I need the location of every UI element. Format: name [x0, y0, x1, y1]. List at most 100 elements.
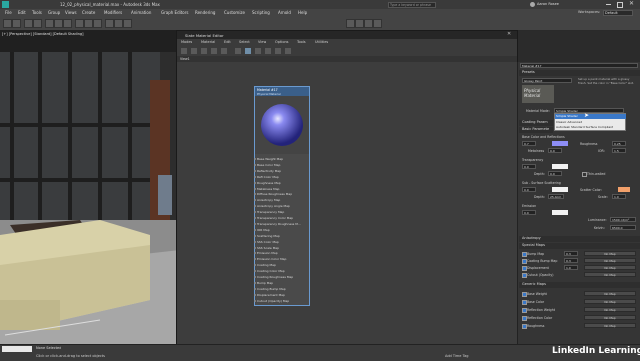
- ior-input[interactable]: 1.5: [612, 148, 626, 153]
- base-color-swatch[interactable]: [552, 141, 568, 146]
- menu-help[interactable]: Help: [298, 10, 307, 15]
- roughness-input[interactable]: 0.25: [612, 141, 626, 146]
- menu-file[interactable]: File: [5, 10, 12, 15]
- base-weight-input[interactable]: 0.7: [522, 141, 536, 146]
- mode-option-standard-surface[interactable]: Autodesk Standard Surface Compliant: [556, 125, 613, 129]
- menu-graph-editors[interactable]: Graph Editors: [161, 10, 188, 15]
- menu-edit[interactable]: Edit: [18, 10, 26, 15]
- node-slot[interactable]: Diffuse Roughness Map: [257, 192, 307, 197]
- mode-option-classic[interactable]: Classic Advanced: [556, 120, 582, 124]
- mode-option-simple[interactable]: Simple Shader: [555, 114, 626, 119]
- slot-socket-icon[interactable]: [254, 287, 256, 290]
- node-slot[interactable]: Emission Color Map: [257, 257, 307, 262]
- redo-icon[interactable]: [12, 19, 21, 28]
- generic-map-slot[interactable]: No Map: [584, 307, 636, 312]
- slot-socket-icon[interactable]: [254, 217, 256, 219]
- sss-input[interactable]: 0.0: [522, 187, 536, 192]
- search-input[interactable]: Type a keyword or phrase: [388, 1, 436, 8]
- node-slot[interactable]: Roughness Map: [257, 181, 307, 186]
- sme-menu-options[interactable]: Options: [275, 40, 289, 44]
- node-slot[interactable]: Coating Bump Map: [257, 287, 307, 292]
- menu-rendering[interactable]: Rendering: [195, 10, 215, 15]
- node-slot[interactable]: Emission Map: [257, 251, 307, 256]
- emission-input[interactable]: 0.0: [522, 210, 536, 215]
- scale-input[interactable]: 1.0: [612, 194, 626, 199]
- scale-icon[interactable]: [93, 19, 102, 28]
- maxscript-listener[interactable]: [2, 346, 32, 352]
- bump-map-slot[interactable]: No Map: [584, 251, 636, 256]
- sme-menu-select[interactable]: Select: [239, 40, 250, 44]
- slot-socket-icon[interactable]: [254, 299, 256, 302]
- render-frame-icon[interactable]: [355, 19, 364, 28]
- node-slot[interactable]: Coating Map: [257, 263, 307, 268]
- slot-socket-icon[interactable]: [254, 222, 256, 225]
- slot-socket-icon[interactable]: [254, 158, 256, 160]
- menu-modifiers[interactable]: Modifiers: [104, 10, 122, 15]
- special-maps-section[interactable]: Special Maps: [519, 243, 640, 249]
- sme-layout-children-icon[interactable]: [265, 48, 271, 54]
- generic-maps-section[interactable]: Generic Maps: [519, 282, 640, 288]
- node-slot[interactable]: Transparency Map: [257, 210, 307, 215]
- render-setup-icon[interactable]: [346, 19, 355, 28]
- slot-socket-icon[interactable]: [254, 264, 256, 267]
- node-slot[interactable]: Coating Color Map: [257, 269, 307, 274]
- menu-group[interactable]: Group: [48, 10, 60, 15]
- teapot-icon[interactable]: [373, 19, 382, 28]
- sme-menu-material[interactable]: Material: [201, 40, 215, 44]
- transparency-color-swatch[interactable]: [552, 164, 568, 169]
- generic-map-slot[interactable]: No Map: [584, 299, 636, 304]
- bump-map-amount[interactable]: 0.3: [564, 251, 578, 256]
- generic-map-slot[interactable]: No Map: [584, 323, 636, 328]
- node-slot[interactable]: Transparency Roughness M...: [257, 222, 307, 227]
- sme-assign-icon[interactable]: [211, 48, 217, 54]
- metalness-input[interactable]: 0.0: [548, 148, 562, 153]
- snap-icon[interactable]: [105, 19, 114, 28]
- link-icon[interactable]: [24, 19, 33, 28]
- node-slot[interactable]: Cutout (Opacity) Map: [257, 299, 307, 304]
- sme-parameter-editor-icon[interactable]: [285, 48, 291, 54]
- generic-map-slot[interactable]: No Map: [584, 315, 636, 320]
- angle-snap-icon[interactable]: [114, 19, 123, 28]
- slot-socket-icon[interactable]: [254, 246, 256, 249]
- sme-select-icon[interactable]: [181, 48, 187, 54]
- sme-menu-edit[interactable]: Edit: [224, 40, 231, 44]
- slot-socket-icon[interactable]: [254, 293, 256, 296]
- node-slot[interactable]: SSS Color Map: [257, 240, 307, 245]
- coating-bump-slot[interactable]: No Map: [584, 258, 636, 263]
- slot-socket-icon[interactable]: [254, 252, 256, 255]
- coating-section[interactable]: Coating Param: [519, 120, 553, 126]
- material-name-field[interactable]: Material #17: [520, 63, 638, 68]
- menu-animation[interactable]: Animation: [131, 10, 151, 15]
- displacement-slot[interactable]: No Map: [584, 265, 636, 270]
- minimize-button[interactable]: [606, 4, 611, 5]
- slot-socket-icon[interactable]: [254, 169, 256, 172]
- region-select-icon[interactable]: [63, 19, 72, 28]
- menu-arnold[interactable]: Arnold: [278, 10, 291, 15]
- sss-depth-input[interactable]: 25.4cm: [548, 194, 564, 199]
- sme-layout-icon[interactable]: [255, 48, 261, 54]
- percent-snap-icon[interactable]: [123, 19, 132, 28]
- rotate-icon[interactable]: [84, 19, 93, 28]
- move-icon[interactable]: [75, 19, 84, 28]
- menu-tools[interactable]: Tools: [32, 10, 42, 15]
- node-slot[interactable]: Bump Map: [257, 281, 307, 286]
- sme-close-icon[interactable]: ✕: [507, 31, 511, 37]
- slot-socket-icon[interactable]: [254, 228, 256, 231]
- menu-views[interactable]: Views: [65, 10, 77, 15]
- node-slot[interactable]: Base Weight Map: [257, 157, 307, 162]
- slot-socket-icon[interactable]: [254, 276, 256, 278]
- select-icon[interactable]: [45, 19, 54, 28]
- node-slot[interactable]: Displacement Map: [257, 293, 307, 298]
- user-icon[interactable]: [530, 2, 535, 7]
- menu-scripting[interactable]: Scripting: [252, 10, 270, 15]
- node-slot[interactable]: Base Color Map: [257, 163, 307, 168]
- slot-socket-icon[interactable]: [254, 240, 256, 243]
- slot-socket-icon[interactable]: [254, 234, 256, 237]
- sme-tab-label[interactable]: View1: [180, 57, 190, 61]
- node-slot[interactable]: Scattering Map: [257, 234, 307, 239]
- close-icon[interactable]: ✕: [629, 0, 634, 7]
- luminance-input[interactable]: 1500 cd/m²: [610, 217, 636, 222]
- generic-map-slot[interactable]: No Map: [584, 291, 636, 296]
- node-slot[interactable]: Transparency Color Map: [257, 216, 307, 221]
- slot-socket-icon[interactable]: [254, 258, 256, 261]
